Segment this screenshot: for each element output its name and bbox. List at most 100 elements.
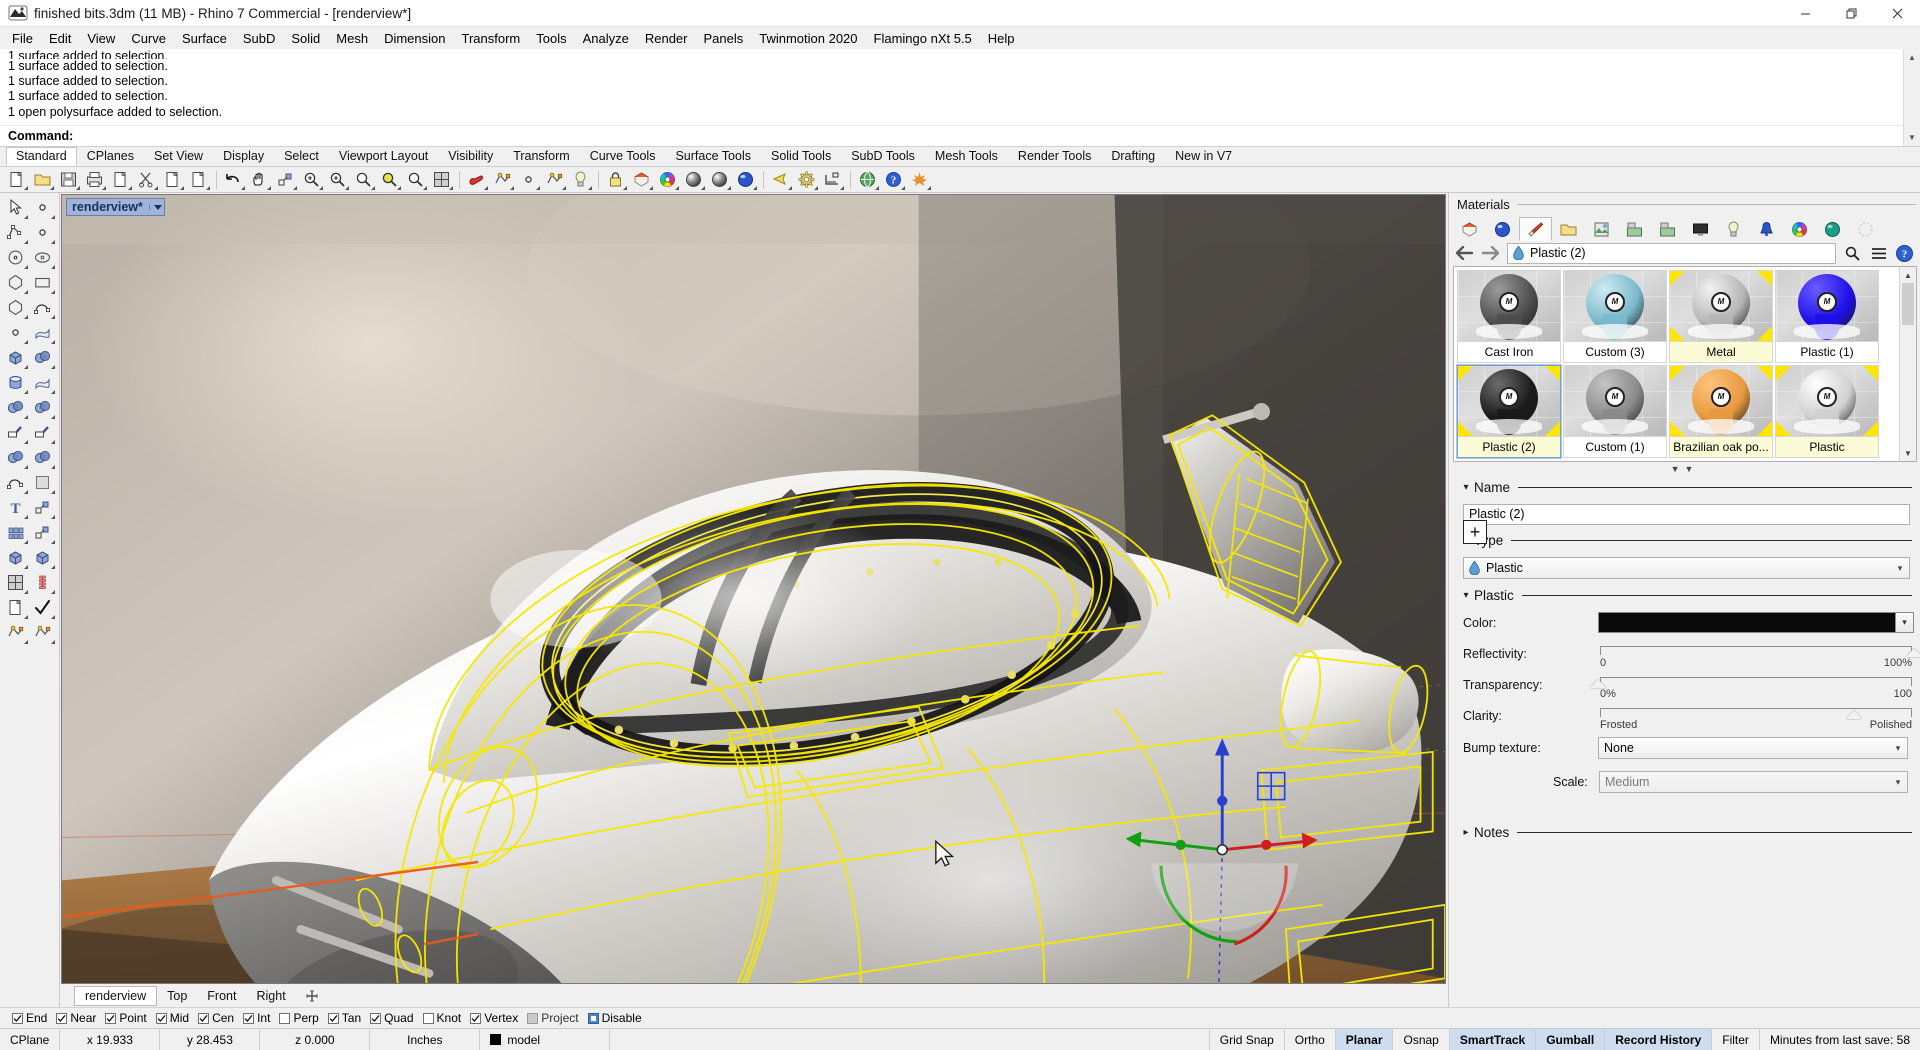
sidebar-box-icon[interactable] xyxy=(2,345,29,370)
toolbar-zoom-window-icon[interactable] xyxy=(325,168,350,191)
osnap-quad[interactable]: Quad xyxy=(366,1011,417,1025)
flyout-arrow-icon[interactable] xyxy=(76,186,80,190)
checkbox[interactable] xyxy=(243,1013,254,1024)
toolbar-point-editing-icon[interactable] xyxy=(516,168,541,191)
flyout-arrow-icon[interactable] xyxy=(51,340,55,344)
flyout-arrow-icon[interactable] xyxy=(24,390,28,394)
material-name-input[interactable]: Plastic (2) xyxy=(1463,504,1910,525)
reflectivity-slider[interactable]: 0 100% xyxy=(1598,640,1914,668)
flyout-arrow-icon[interactable] xyxy=(875,186,879,190)
sidebar-boolean-union-icon[interactable] xyxy=(2,395,29,420)
viewport-tab-front[interactable]: Front xyxy=(197,987,246,1005)
flyout-arrow-icon[interactable] xyxy=(50,186,54,190)
slider-track[interactable] xyxy=(1600,677,1912,686)
menu-item-edit[interactable]: Edit xyxy=(41,29,79,48)
sidebar-surface-from-points-icon[interactable] xyxy=(2,320,29,345)
status-toggle-grid-snap[interactable]: Grid Snap xyxy=(1210,1029,1285,1050)
search-icon[interactable] xyxy=(1841,243,1864,263)
toolbar-tab-display[interactable]: Display xyxy=(213,147,274,166)
sidebar-offset-curve-icon[interactable] xyxy=(2,470,29,495)
sidebar-array-grid-icon[interactable] xyxy=(2,570,29,595)
flyout-arrow-icon[interactable] xyxy=(24,640,28,644)
toolbar-open-folder-icon[interactable] xyxy=(30,168,55,191)
flyout-arrow-icon[interactable] xyxy=(51,465,55,469)
checkbox[interactable] xyxy=(198,1013,209,1024)
status-toggle-gumball[interactable]: Gumball xyxy=(1536,1029,1605,1050)
toolbar-zoom-in-icon[interactable] xyxy=(299,168,324,191)
osnap-cen[interactable]: Cen xyxy=(194,1011,238,1025)
sidebar-rectangle-icon[interactable] xyxy=(29,270,56,295)
flyout-arrow-icon[interactable] xyxy=(51,290,55,294)
layers-tab[interactable] xyxy=(1552,217,1585,241)
osnap-perp[interactable]: Perp xyxy=(275,1011,322,1025)
flyout-arrow-icon[interactable] xyxy=(649,186,653,190)
sidebar-polygon-icon[interactable] xyxy=(2,295,29,320)
material-swatch[interactable]: MPlastic (2) xyxy=(1457,365,1561,458)
status-layer[interactable]: model xyxy=(480,1029,610,1050)
checkbox[interactable] xyxy=(423,1013,434,1024)
flyout-arrow-icon[interactable] xyxy=(51,440,55,444)
toolbar-shade-sphere-icon[interactable] xyxy=(681,168,706,191)
scroll-up-icon[interactable]: ▲ xyxy=(1900,267,1916,283)
flyout-arrow-icon[interactable] xyxy=(24,590,28,594)
flyout-arrow-icon[interactable] xyxy=(345,186,349,190)
sidebar-sphere-boolean-icon[interactable] xyxy=(29,345,56,370)
command-scroll-down-icon[interactable]: ▼ xyxy=(1904,129,1920,146)
material-swatch[interactable]: MBrazilian oak po... xyxy=(1669,365,1773,458)
sidebar-polygon-triangle-icon[interactable] xyxy=(2,270,29,295)
toolbar-render-preview-icon[interactable] xyxy=(707,168,732,191)
flyout-arrow-icon[interactable] xyxy=(51,590,55,594)
osnap-end[interactable]: End xyxy=(8,1011,51,1025)
menu-item-help[interactable]: Help xyxy=(980,29,1023,48)
checkbox[interactable] xyxy=(12,1013,23,1024)
flyout-arrow-icon[interactable] xyxy=(24,615,28,619)
menu-item-file[interactable]: File xyxy=(4,29,41,48)
chevron-down-icon[interactable]: ▾ xyxy=(1889,743,1907,754)
current-material-field[interactable]: Plastic (2) xyxy=(1507,243,1836,264)
flyout-arrow-icon[interactable] xyxy=(319,186,323,190)
flyout-arrow-icon[interactable] xyxy=(840,186,844,190)
menu-item-surface[interactable]: Surface xyxy=(174,29,235,48)
toolbar-tab-select[interactable]: Select xyxy=(274,147,329,166)
menu-item-subd[interactable]: SubD xyxy=(235,29,284,48)
viewport-tab-top[interactable]: Top xyxy=(157,987,197,1005)
flyout-arrow-icon[interactable] xyxy=(753,186,757,190)
flyout-arrow-icon[interactable] xyxy=(814,186,818,190)
flyout-arrow-icon[interactable] xyxy=(510,186,514,190)
sidebar-check-mark-icon[interactable] xyxy=(29,595,56,620)
flyout-arrow-icon[interactable] xyxy=(24,265,28,269)
clarity-slider[interactable]: Frosted Polished xyxy=(1598,702,1914,730)
toolbar-print-icon[interactable] xyxy=(82,168,107,191)
sidebar-select-arrow-icon[interactable] xyxy=(2,195,29,220)
render-settings-tab[interactable] xyxy=(1816,217,1849,241)
menu-item-dimension[interactable]: Dimension xyxy=(376,29,453,48)
flyout-arrow-icon[interactable] xyxy=(588,186,592,190)
status-toggle-record-history[interactable]: Record History xyxy=(1605,1029,1712,1050)
toolbar-globe-earth-icon[interactable] xyxy=(855,168,880,191)
flyout-arrow-icon[interactable] xyxy=(24,440,28,444)
slider-handle[interactable] xyxy=(1590,679,1606,688)
toolbar-light-bulb-icon[interactable] xyxy=(568,168,593,191)
flyout-arrow-icon[interactable] xyxy=(701,186,705,190)
command-history[interactable]: 1 surface added to selection.1 surface a… xyxy=(0,49,1920,125)
status-toggle-smarttrack[interactable]: SmartTrack xyxy=(1450,1029,1536,1050)
osnap-disable[interactable]: Disable xyxy=(584,1011,646,1025)
flyout-arrow-icon[interactable] xyxy=(927,186,931,190)
flyout-arrow-icon[interactable] xyxy=(24,215,28,219)
sidebar-surface-array-icon[interactable] xyxy=(29,370,56,395)
slider-track[interactable] xyxy=(1600,708,1912,717)
flyout-arrow-icon[interactable] xyxy=(51,365,55,369)
chevron-down-icon[interactable]: ▾ xyxy=(1459,590,1473,601)
flyout-arrow-icon[interactable] xyxy=(727,186,731,190)
section-name-header[interactable]: ▾ Name xyxy=(1459,476,1914,499)
layer-color-swatch[interactable] xyxy=(490,1034,501,1045)
toolbar-zoom-previous-icon[interactable] xyxy=(403,168,428,191)
menu-item-view[interactable]: View xyxy=(79,29,123,48)
toolbar-cut-paste-icon[interactable] xyxy=(108,168,133,191)
flyout-arrow-icon[interactable] xyxy=(24,465,28,469)
flyout-arrow-icon[interactable] xyxy=(241,186,245,190)
textures-tab[interactable] xyxy=(1651,217,1684,241)
sidebar-solid-tools-icon[interactable] xyxy=(2,545,29,570)
toolbar-tab-curve-tools[interactable]: Curve Tools xyxy=(580,147,666,166)
flyout-arrow-icon[interactable] xyxy=(51,490,55,494)
